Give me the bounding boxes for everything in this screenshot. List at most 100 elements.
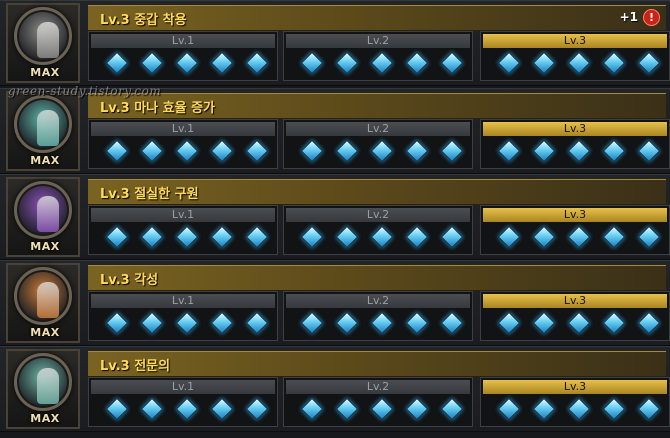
blue-gem-icon[interactable] — [637, 311, 661, 335]
skill-title-bar[interactable]: Lv.3 절실한 구원 — [88, 179, 666, 205]
skill-row[interactable]: MAX Lv.3 절실한 구원 Lv.1 Lv.2 Lv.3 — [0, 174, 670, 260]
skill-row[interactable]: MAX Lv.3 마나 효율 증가 Lv.1 Lv.2 Lv.3 — [0, 88, 670, 174]
blue-gem-icon[interactable] — [637, 225, 661, 249]
blue-gem-icon[interactable] — [497, 51, 521, 75]
level-box-3[interactable]: Lv.3 — [480, 205, 670, 255]
blue-gem-icon[interactable] — [105, 139, 129, 163]
level-box-1[interactable]: Lv.1 — [88, 377, 278, 427]
skill-portrait[interactable]: MAX — [6, 349, 80, 429]
skill-portrait[interactable]: MAX — [6, 263, 80, 343]
blue-gem-icon[interactable] — [140, 225, 164, 249]
blue-gem-icon[interactable] — [602, 139, 626, 163]
blue-gem-icon[interactable] — [602, 225, 626, 249]
blue-gem-icon[interactable] — [175, 225, 199, 249]
blue-gem-icon[interactable] — [210, 139, 234, 163]
level-box-1[interactable]: Lv.1 — [88, 31, 278, 81]
blue-gem-icon[interactable] — [210, 225, 234, 249]
skill-row[interactable]: MAX Lv.3 중갑 착용 +1! Lv.1 Lv.2 Lv.3 — [0, 0, 670, 86]
blue-gem-icon[interactable] — [210, 51, 234, 75]
blue-gem-icon[interactable] — [175, 397, 199, 421]
skill-row[interactable]: MAX Lv.3 전문의 Lv.1 Lv.2 Lv.3 — [0, 346, 670, 432]
level-box-1[interactable]: Lv.1 — [88, 291, 278, 341]
level-box-3[interactable]: Lv.3 — [480, 31, 670, 81]
blue-gem-icon[interactable] — [497, 225, 521, 249]
blue-gem-icon[interactable] — [105, 225, 129, 249]
blue-gem-icon[interactable] — [175, 51, 199, 75]
blue-gem-icon[interactable] — [175, 311, 199, 335]
blue-gem-icon[interactable] — [637, 397, 661, 421]
level-box-2[interactable]: Lv.2 — [283, 205, 473, 255]
skill-portrait[interactable]: MAX — [6, 177, 80, 257]
blue-gem-icon[interactable] — [300, 311, 324, 335]
blue-gem-icon[interactable] — [440, 225, 464, 249]
blue-gem-icon[interactable] — [245, 397, 269, 421]
level-box-1[interactable]: Lv.1 — [88, 119, 278, 169]
blue-gem-icon[interactable] — [210, 397, 234, 421]
blue-gem-icon[interactable] — [567, 225, 591, 249]
blue-gem-icon[interactable] — [370, 51, 394, 75]
blue-gem-icon[interactable] — [140, 139, 164, 163]
level-box-2[interactable]: Lv.2 — [283, 291, 473, 341]
blue-gem-icon[interactable] — [532, 311, 556, 335]
blue-gem-icon[interactable] — [532, 139, 556, 163]
blue-gem-icon[interactable] — [245, 139, 269, 163]
blue-gem-icon[interactable] — [405, 139, 429, 163]
blue-gem-icon[interactable] — [440, 397, 464, 421]
blue-gem-icon[interactable] — [335, 225, 359, 249]
blue-gem-icon[interactable] — [532, 51, 556, 75]
blue-gem-icon[interactable] — [567, 397, 591, 421]
blue-gem-icon[interactable] — [567, 139, 591, 163]
blue-gem-icon[interactable] — [602, 51, 626, 75]
blue-gem-icon[interactable] — [440, 311, 464, 335]
blue-gem-icon[interactable] — [440, 51, 464, 75]
blue-gem-icon[interactable] — [370, 311, 394, 335]
blue-gem-icon[interactable] — [140, 311, 164, 335]
blue-gem-icon[interactable] — [405, 397, 429, 421]
level-box-2[interactable]: Lv.2 — [283, 119, 473, 169]
blue-gem-icon[interactable] — [175, 139, 199, 163]
blue-gem-icon[interactable] — [140, 397, 164, 421]
blue-gem-icon[interactable] — [567, 311, 591, 335]
blue-gem-icon[interactable] — [405, 51, 429, 75]
level-box-2[interactable]: Lv.2 — [283, 31, 473, 81]
level-box-3[interactable]: Lv.3 — [480, 377, 670, 427]
skill-portrait[interactable]: MAX — [6, 91, 80, 171]
blue-gem-icon[interactable] — [300, 51, 324, 75]
blue-gem-icon[interactable] — [370, 139, 394, 163]
blue-gem-icon[interactable] — [602, 311, 626, 335]
blue-gem-icon[interactable] — [602, 397, 626, 421]
blue-gem-icon[interactable] — [637, 51, 661, 75]
blue-gem-icon[interactable] — [497, 311, 521, 335]
skill-row[interactable]: MAX Lv.3 각성 Lv.1 Lv.2 Lv.3 — [0, 260, 670, 346]
blue-gem-icon[interactable] — [497, 139, 521, 163]
blue-gem-icon[interactable] — [105, 397, 129, 421]
level-box-1[interactable]: Lv.1 — [88, 205, 278, 255]
blue-gem-icon[interactable] — [300, 139, 324, 163]
blue-gem-icon[interactable] — [532, 397, 556, 421]
alert-icon[interactable]: ! — [643, 9, 660, 26]
level-box-3[interactable]: Lv.3 — [480, 119, 670, 169]
level-box-3[interactable]: Lv.3 — [480, 291, 670, 341]
blue-gem-icon[interactable] — [405, 225, 429, 249]
blue-gem-icon[interactable] — [405, 311, 429, 335]
skill-title-bar[interactable]: Lv.3 마나 효율 증가 — [88, 93, 666, 119]
blue-gem-icon[interactable] — [105, 51, 129, 75]
blue-gem-icon[interactable] — [210, 311, 234, 335]
blue-gem-icon[interactable] — [497, 397, 521, 421]
blue-gem-icon[interactable] — [300, 225, 324, 249]
skill-portrait[interactable]: MAX — [6, 3, 80, 83]
skill-title-bar[interactable]: Lv.3 중갑 착용 +1! — [88, 5, 666, 31]
blue-gem-icon[interactable] — [567, 51, 591, 75]
blue-gem-icon[interactable] — [440, 139, 464, 163]
blue-gem-icon[interactable] — [370, 225, 394, 249]
level-box-2[interactable]: Lv.2 — [283, 377, 473, 427]
blue-gem-icon[interactable] — [245, 311, 269, 335]
blue-gem-icon[interactable] — [140, 51, 164, 75]
blue-gem-icon[interactable] — [300, 397, 324, 421]
blue-gem-icon[interactable] — [335, 311, 359, 335]
blue-gem-icon[interactable] — [245, 225, 269, 249]
blue-gem-icon[interactable] — [637, 139, 661, 163]
blue-gem-icon[interactable] — [532, 225, 556, 249]
blue-gem-icon[interactable] — [335, 139, 359, 163]
blue-gem-icon[interactable] — [335, 397, 359, 421]
